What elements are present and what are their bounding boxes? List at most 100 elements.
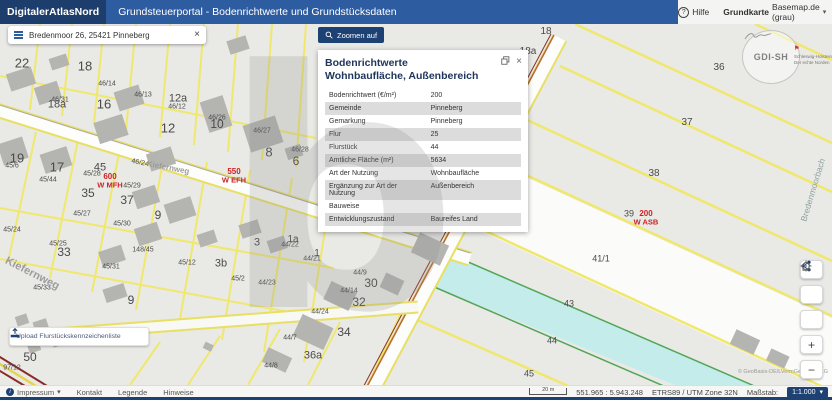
- map-label: 46/14: [98, 81, 116, 88]
- popup-row: EntwicklungszustandBaureifes Land: [325, 213, 521, 226]
- popup-row-value: 25: [427, 128, 521, 141]
- magnifier-icon: [325, 31, 333, 39]
- map-label: Kiefernweg: [3, 256, 61, 293]
- popup-row: Bodenrichtwert (€/m²)200: [325, 89, 521, 102]
- map-label: 9: [128, 294, 135, 306]
- map-label: 33: [57, 246, 70, 258]
- home-button[interactable]: [800, 285, 823, 304]
- map-label: 45/30: [113, 221, 131, 228]
- map-label: 46/28: [291, 147, 309, 154]
- header: DigitalerAtlasNord Grundsteuerportal - B…: [0, 0, 832, 24]
- gdi-sh-logo: GDI-SH: [742, 30, 800, 84]
- map-label: 44/9: [353, 270, 367, 277]
- map-label: 44/7: [283, 335, 297, 342]
- map-label: 6: [293, 155, 300, 167]
- menu-icon[interactable]: [14, 31, 23, 39]
- map-label: 46/31: [51, 97, 69, 104]
- popup-row-label: Bauweise: [325, 200, 427, 213]
- popup-row-label: Bodenrichtwert (€/m²): [325, 89, 427, 102]
- chevron-down-icon: ▾: [823, 9, 827, 16]
- footer-link-impressum[interactable]: i Impressum ▾: [6, 388, 61, 397]
- locate-icon: [800, 260, 812, 272]
- map-label: 45: [524, 370, 534, 379]
- basemap-selector[interactable]: Grundkarte Basemap.de (grau) ▾: [723, 2, 826, 22]
- popup-row: Ergänzung zur Art der NutzungAußenbereic…: [325, 180, 521, 200]
- app-brand: DigitalerAtlasNord: [0, 0, 106, 24]
- map-label: 36a: [304, 351, 322, 362]
- chevron-down-icon: ▾: [57, 389, 61, 396]
- help-icon: ?: [678, 7, 689, 18]
- search-clear-icon[interactable]: ×: [194, 30, 200, 40]
- locate-button[interactable]: [800, 310, 823, 329]
- popup-row-label: Gemeinde: [325, 102, 427, 115]
- crs-display: ETRS89 / UTM Zone 32N: [652, 388, 738, 397]
- chevron-down-icon: ▾: [819, 389, 823, 396]
- map-label: 46/26: [208, 115, 226, 122]
- map-label: 18: [540, 27, 551, 37]
- scale-dropdown[interactable]: 1:1.000 ▾: [787, 387, 828, 398]
- popup-title: Bodenrichtwerte Wohnbaufläche, Außenbere…: [325, 57, 483, 83]
- popup-row-label: Entwicklungszustand: [325, 213, 427, 226]
- info-popup: Bodenrichtwerte Wohnbaufläche, Außenbere…: [318, 50, 528, 232]
- map-label: 50: [23, 351, 36, 363]
- footer-link-kontakt[interactable]: Kontakt: [77, 388, 102, 397]
- map-label: 44/14: [340, 288, 358, 295]
- map-label: 3b: [215, 259, 227, 270]
- map-label: 8: [265, 146, 272, 159]
- map-label: 44/22: [281, 242, 299, 249]
- page-title: Grundsteuerportal - Bodenrichtwerte und …: [106, 0, 678, 24]
- popup-row-value: Pinneberg: [427, 115, 521, 128]
- gdi-sh-label: GDI-SH: [754, 52, 789, 62]
- basemap-label: Grundkarte: [723, 7, 769, 17]
- map-label: 22: [15, 57, 29, 70]
- detach-window-icon[interactable]: [501, 56, 510, 68]
- scale-bar: 20 m: [529, 388, 567, 395]
- scale-label: Maßstab:: [747, 388, 778, 397]
- map-label: 45/29: [123, 183, 141, 190]
- popup-row: GemeindePinneberg: [325, 102, 521, 115]
- map-label: 37: [120, 194, 133, 206]
- footer-link-legende[interactable]: Legende: [118, 388, 147, 397]
- map-label: 39: [624, 210, 634, 219]
- signature-icon: [743, 31, 773, 41]
- zoom-out-button[interactable]: −: [800, 360, 823, 379]
- upload-icon: [10, 328, 20, 338]
- popup-row: GemarkungPinneberg: [325, 115, 521, 128]
- search-input[interactable]: Bredenmoor 26, 25421 Pinneberg: [29, 31, 188, 40]
- map-label: 37: [681, 118, 692, 128]
- popup-row-label: Gemarkung: [325, 115, 427, 128]
- map-label: 44/8: [264, 363, 278, 370]
- popup-row-value: [427, 200, 521, 213]
- upload-flurstueck-button[interactable]: Upload Flurstückskennzeichenliste: [9, 327, 149, 346]
- basemap-value: Basemap.de (grau): [772, 2, 820, 22]
- map-label: Kiefernweg: [146, 160, 190, 176]
- map-label: 45/24: [3, 227, 21, 234]
- map-label: 44: [547, 337, 557, 346]
- map-label: 44/23: [258, 280, 276, 287]
- map-label: 9: [155, 209, 162, 221]
- popup-row: Amtliche Fläche (m²)5634: [325, 154, 521, 167]
- coordinates-display: 551.965 : 5.943.248: [576, 388, 643, 397]
- map-controls: + −: [800, 260, 823, 379]
- search-box[interactable]: Bredenmoor 26, 25421 Pinneberg ×: [8, 26, 206, 44]
- popup-row-value: 5634: [427, 154, 521, 167]
- map-label: W EFH: [222, 176, 246, 184]
- map-label: 18: [78, 60, 92, 73]
- help-button[interactable]: ? Hilfe: [678, 7, 709, 18]
- popup-row-value: 200: [427, 89, 521, 102]
- map-label: 97/12: [3, 365, 21, 372]
- popup-table: Bodenrichtwert (€/m²)200GemeindePinneber…: [325, 89, 521, 226]
- map-label: 12: [161, 122, 175, 135]
- footer-link-hinweise[interactable]: Hinweise: [163, 388, 193, 397]
- map-label: 45/25: [49, 241, 67, 248]
- map-label: 45/2: [231, 276, 245, 283]
- map-label: W MFH: [97, 181, 122, 189]
- map-label: 45/44: [39, 177, 57, 184]
- map-label: 45/27: [73, 211, 91, 218]
- zoom-to-button[interactable]: Zoomen auf: [318, 27, 384, 43]
- popup-row-value: Pinneberg: [427, 102, 521, 115]
- zoom-in-button[interactable]: +: [800, 335, 823, 354]
- map-label: 46/12: [168, 104, 186, 111]
- map-label: 148/45: [132, 247, 153, 254]
- close-icon[interactable]: ×: [516, 57, 522, 67]
